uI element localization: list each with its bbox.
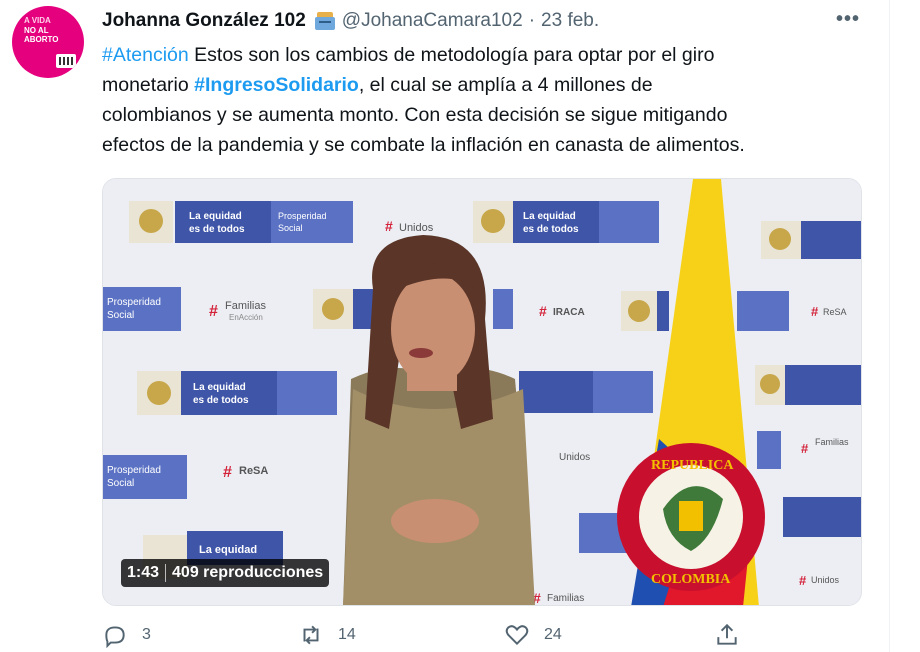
svg-text:EnAcción: EnAcción	[229, 313, 263, 322]
display-name[interactable]: Johanna González 102	[102, 10, 306, 32]
svg-text:es de todos: es de todos	[189, 224, 245, 235]
svg-text:Unidos: Unidos	[811, 575, 840, 585]
svg-text:es de todos: es de todos	[523, 224, 579, 235]
svg-text:#: #	[801, 441, 809, 456]
svg-text:Familias: Familias	[225, 300, 266, 312]
svg-text:#: #	[539, 303, 547, 319]
share-icon	[717, 623, 737, 645]
retweet-button[interactable]: 14	[298, 622, 356, 648]
retweet-count: 14	[338, 626, 356, 643]
svg-text:#: #	[799, 573, 807, 588]
video-player[interactable]: La equidad es de todos Prosperidad Socia…	[102, 178, 862, 606]
tweet-header: Johanna González 102 @JohanaCamara102 · …	[102, 8, 599, 34]
reply-button[interactable]: 3	[102, 622, 151, 648]
svg-text:COLOMBIA: COLOMBIA	[651, 572, 731, 587]
video-duration: 1:43	[127, 564, 160, 581]
svg-text:Prosperidad: Prosperidad	[278, 211, 327, 221]
svg-text:La equidad: La equidad	[189, 211, 242, 222]
reply-icon	[105, 626, 125, 648]
heart-icon	[505, 625, 529, 646]
svg-text:es de todos: es de todos	[193, 395, 249, 406]
tweet-line-3: colombianos y se aumenta monto. Con esta…	[102, 104, 728, 126]
svg-text:Unidos: Unidos	[399, 222, 434, 234]
user-handle[interactable]: @JohanaCamara102	[342, 10, 523, 32]
video-frame: La equidad es de todos Prosperidad Socia…	[103, 179, 861, 605]
svg-text:Social: Social	[278, 223, 303, 233]
svg-text:#: #	[209, 303, 218, 320]
like-count: 24	[544, 626, 562, 643]
svg-text:La equidad: La equidad	[523, 211, 576, 222]
share-button[interactable]	[714, 622, 754, 648]
avatar[interactable]: A VIDA NO AL ABORTO	[12, 6, 84, 78]
svg-text:ReSA: ReSA	[823, 307, 847, 317]
svg-text:#: #	[223, 464, 232, 481]
retweet-icon	[303, 625, 319, 645]
svg-text:Prosperidad: Prosperidad	[107, 297, 161, 308]
hashtag-link[interactable]: #IngresoSolidario	[194, 74, 359, 96]
like-button[interactable]: 24	[504, 622, 562, 648]
svg-text:Prosperidad: Prosperidad	[107, 465, 161, 476]
tweet-line-2: monetario #IngresoSolidario, el cual se …	[102, 74, 653, 96]
svg-text:La equidad: La equidad	[193, 382, 246, 393]
column-border	[889, 0, 890, 652]
svg-text:Unidos: Unidos	[559, 452, 590, 463]
svg-text:REPUBLICA: REPUBLICA	[651, 458, 734, 473]
tweet-text: #Atención Estos son los cambios de metod…	[102, 40, 872, 160]
svg-text:Familias: Familias	[547, 593, 584, 604]
tweet-actions: 3 14 24	[102, 622, 782, 652]
svg-text:#: #	[811, 304, 819, 319]
separator: ·	[528, 10, 536, 31]
svg-text:Social: Social	[107, 478, 134, 489]
svg-text:ReSA: ReSA	[239, 465, 268, 477]
svg-text:La equidad: La equidad	[199, 544, 257, 556]
tweet-line-4: efectos de la pandemia y se combate la i…	[102, 134, 745, 156]
reply-count: 3	[142, 626, 151, 643]
svg-text:Social: Social	[107, 310, 134, 321]
view-count: 409 reproducciones	[172, 564, 324, 581]
svg-text:#: #	[385, 218, 393, 234]
ballot-box-icon	[314, 10, 336, 32]
tweet-line-1: #Atención Estos son los cambios de metod…	[102, 44, 715, 66]
svg-text:IRACA: IRACA	[553, 307, 585, 318]
tweet: A VIDA NO AL ABORTO Johanna González 102…	[0, 0, 890, 652]
tweet-date[interactable]: 23 feb.	[541, 10, 599, 32]
video-stats: 1:43 409 reproducciones	[121, 559, 330, 587]
svg-text:Familias: Familias	[815, 437, 849, 447]
divider	[165, 564, 167, 582]
more-icon[interactable]: •••	[836, 8, 860, 31]
hashtag-link[interactable]: #Atención	[102, 44, 189, 66]
